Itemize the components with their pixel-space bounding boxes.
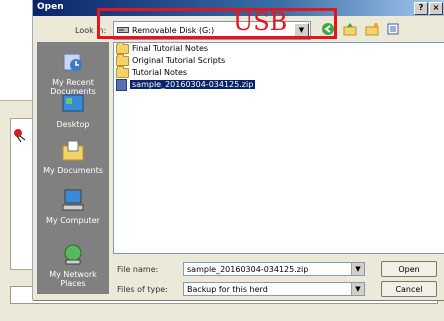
places-bar: My Recent Documents Desktop My Documents… [37, 42, 109, 294]
open-button[interactable]: Open [381, 261, 437, 277]
file-type-dropdown[interactable]: Backup for this herd ▼ [183, 282, 365, 296]
file-name: Final Tutorial Notes [132, 44, 209, 53]
file-list[interactable]: Final Tutorial Notes Original Tutorial S… [113, 42, 444, 254]
list-item[interactable]: Original Tutorial Scripts [116, 53, 226, 66]
cancel-button[interactable]: Cancel [381, 281, 437, 297]
open-dialog: Open ? × Look in: Removable Disk (G:) ▼ … [32, 0, 444, 300]
new-folder-icon[interactable] [365, 22, 379, 36]
removable-disk-icon [117, 27, 129, 33]
network-places-icon [64, 244, 82, 265]
chevron-down-icon[interactable]: ▼ [351, 263, 364, 275]
place-my-documents[interactable]: My Documents [37, 138, 109, 175]
file-name-label: File name: [117, 265, 159, 274]
view-menu-icon[interactable] [387, 22, 401, 36]
place-label: My Computer [46, 216, 100, 225]
recent-documents-icon [63, 53, 82, 71]
list-item[interactable]: Tutorial Notes [116, 65, 188, 78]
folder-icon [116, 65, 129, 78]
zip-file-icon [116, 78, 127, 91]
desktop-icon [62, 94, 84, 112]
place-recent-documents[interactable]: My Recent Documents [37, 50, 109, 96]
file-type-label: Files of type: [117, 285, 168, 294]
place-label: My Documents [43, 166, 103, 175]
dialog-title: Open [37, 2, 64, 12]
my-documents-icon [62, 140, 84, 161]
look-in-label: Look in: [75, 26, 107, 35]
file-name-field[interactable]: sample_20160304-034125.zip ▼ [183, 262, 365, 276]
look-in-value: Removable Disk (G:) [132, 26, 215, 35]
file-name-value: sample_20160304-034125.zip [187, 265, 309, 274]
place-desktop[interactable]: Desktop [37, 92, 109, 129]
place-network-places[interactable]: My Network Places [37, 242, 109, 288]
file-name: Tutorial Notes [132, 68, 188, 77]
file-type-value: Backup for this herd [187, 285, 268, 294]
place-my-computer[interactable]: My Computer [37, 188, 109, 225]
folder-icon [116, 53, 129, 66]
my-computer-icon [62, 189, 84, 211]
list-item[interactable]: Final Tutorial Notes [116, 43, 208, 54]
place-label: My Network Places [49, 270, 97, 288]
back-icon[interactable] [321, 22, 335, 36]
help-button[interactable]: ? [414, 2, 428, 15]
file-name: sample_20160304-034125.zip [130, 80, 256, 89]
up-folder-icon[interactable] [343, 22, 357, 36]
list-item-selected[interactable]: sample_20160304-034125.zip [116, 78, 256, 91]
chevron-down-icon[interactable]: ▼ [351, 283, 364, 295]
chevron-down-icon[interactable]: ▼ [294, 23, 309, 38]
herd-icon [14, 129, 26, 143]
place-label: Desktop [56, 120, 90, 129]
usb-annotation: USB [233, 8, 288, 36]
file-name: Original Tutorial Scripts [132, 56, 226, 65]
folder-icon [116, 43, 129, 54]
background-panel [10, 118, 34, 270]
close-button[interactable]: × [429, 2, 443, 15]
